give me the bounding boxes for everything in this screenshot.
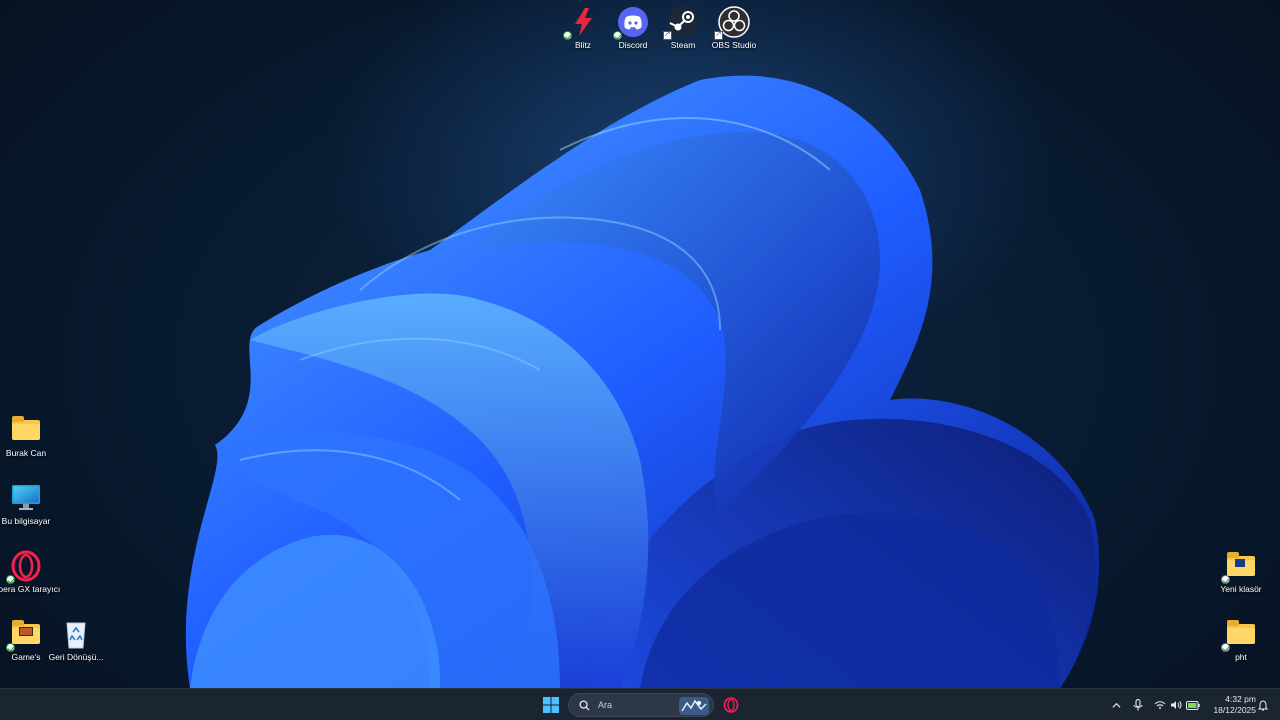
wallpaper-bloom	[185, 75, 1100, 688]
desktop-icon-obs[interactable]: OBS Studio	[706, 6, 762, 50]
desktop-icon-opera-gx[interactable]: Opera GX tarayıcı	[0, 550, 60, 594]
folder-icon	[10, 414, 42, 446]
show-hidden-icons-button[interactable]	[1108, 689, 1124, 720]
desktop-icon-label: Burak Can	[5, 448, 47, 458]
sync-status-icon	[1221, 575, 1230, 584]
desktop-icon-label: Opera GX tarayıcı	[0, 584, 61, 594]
desktop-icon-label: OBS Studio	[711, 40, 757, 50]
search-highlight-icon	[679, 697, 709, 715]
start-button[interactable]	[538, 693, 564, 717]
desktop-icon-label: Yeni klasör	[1220, 584, 1262, 594]
search-placeholder: Ara	[598, 700, 613, 710]
discord-icon	[613, 6, 649, 40]
desktop-icon-label: pht	[1235, 652, 1247, 662]
desktop-icon-recycle-bin[interactable]: Geri Dönüşü...	[48, 618, 104, 662]
microphone-button[interactable]	[1130, 689, 1146, 720]
chevron-up-icon	[1111, 702, 1121, 708]
desktop-icon-burak-can[interactable]: Burak Can	[0, 414, 54, 458]
opera-gx-icon	[723, 697, 739, 713]
folder-icon	[1221, 618, 1257, 652]
sync-status-icon	[6, 575, 15, 584]
search-icon	[579, 699, 590, 711]
volume-icon	[1171, 701, 1182, 709]
notification-bell-icon	[1258, 699, 1268, 710]
taskbar-clock[interactable]: 4:32 pm 18/12/2025	[1206, 694, 1256, 716]
clock-date: 18/12/2025	[1213, 705, 1256, 715]
folder-icon	[6, 618, 42, 652]
shortcut-arrow-icon	[714, 29, 723, 40]
steam-icon	[663, 6, 699, 40]
sync-status-icon	[613, 31, 622, 40]
notification-center-button[interactable]	[1256, 689, 1270, 720]
taskbar: Ara 4:32 pm 18/12/2025	[0, 688, 1280, 720]
desktop-icon-new-folder[interactable]: Yeni klasör	[1213, 550, 1269, 594]
windows-logo-icon	[543, 697, 559, 713]
quick-settings-button[interactable]	[1150, 689, 1204, 720]
clock-time: 4:32 pm	[1225, 694, 1256, 704]
desktop-icon-this-pc[interactable]: Bu bilgisayar	[0, 482, 54, 526]
recycle-bin-icon	[60, 618, 92, 650]
microphone-icon	[1133, 699, 1143, 711]
taskbar-search-box[interactable]: Ara	[568, 693, 714, 717]
obs-icon	[714, 6, 750, 40]
taskbar-app-opera-gx[interactable]	[719, 693, 743, 717]
sync-status-icon	[1221, 643, 1230, 652]
sync-status-icon	[6, 643, 15, 652]
wifi-icon	[1154, 701, 1166, 709]
desktop-icon-pht[interactable]: pht	[1213, 618, 1269, 662]
sync-status-icon	[563, 31, 572, 40]
blitz-icon	[563, 6, 599, 40]
computer-icon	[10, 482, 42, 514]
desktop-icon-label: Bu bilgisayar	[1, 516, 51, 526]
battery-icon	[1186, 700, 1200, 710]
shortcut-arrow-icon	[663, 29, 672, 40]
opera-gx-icon	[6, 550, 42, 584]
folder-icon	[1221, 550, 1257, 584]
desktop-icon-label: Geri Dönüşü...	[48, 652, 104, 662]
